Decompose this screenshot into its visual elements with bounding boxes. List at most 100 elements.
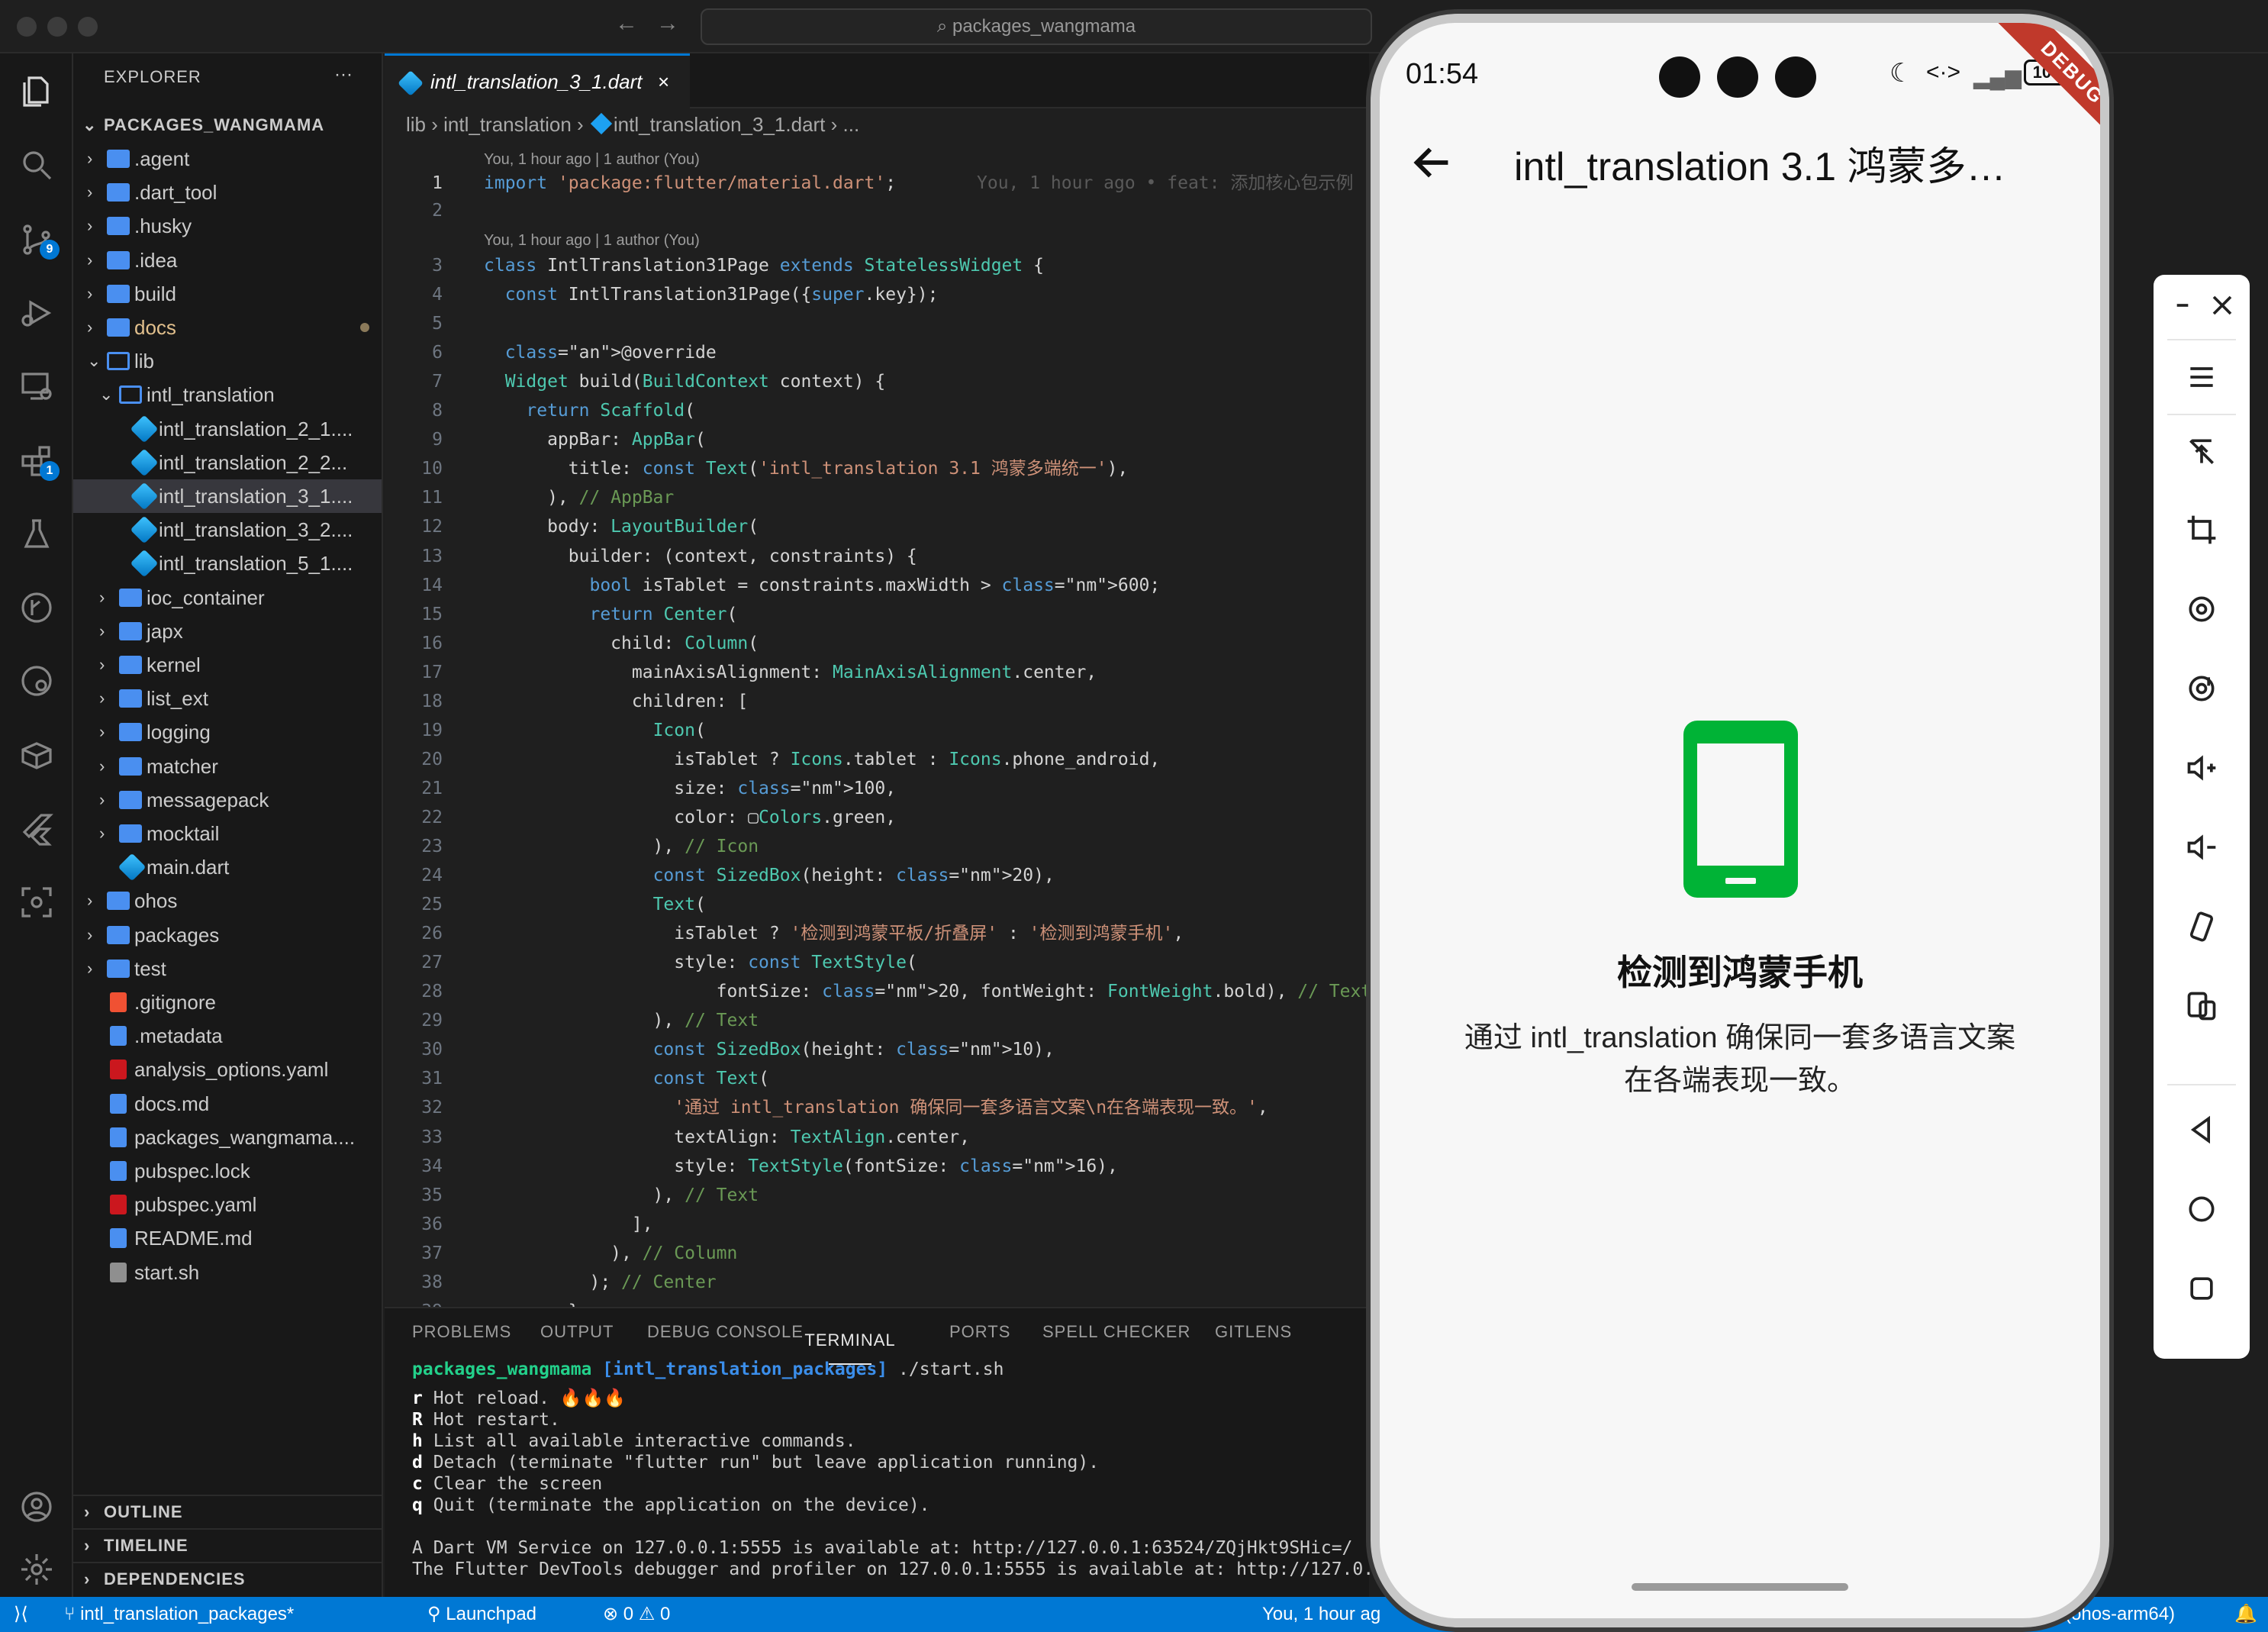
extensions-icon[interactable]: 1 [15, 440, 60, 482]
git-graph-icon[interactable] [15, 586, 58, 629]
crop-screenshot-icon[interactable] [2180, 508, 2223, 551]
rotate-device-icon[interactable] [2180, 905, 2223, 948]
tree-file[interactable]: intl_translation_3_2.... [73, 513, 382, 547]
close-tab-icon[interactable]: × [658, 56, 669, 108]
tree-folder[interactable]: › list_ext [73, 682, 382, 715]
workspace-root[interactable]: ⌄ PACKAGES_WANGMAMA [73, 108, 382, 142]
multi-screen-icon[interactable] [2180, 985, 2223, 1027]
tree-file[interactable]: start.sh [73, 1256, 382, 1289]
run-debug-icon[interactable] [15, 292, 58, 334]
codelens-blame[interactable]: You, 1 hour ago | 1 author (You) [484, 232, 700, 253]
tab-problems[interactable]: PROBLEMS [412, 1322, 511, 1342]
tree-folder[interactable]: › .idea [73, 244, 382, 277]
forward-arrow-icon[interactable]: → [656, 11, 679, 37]
tree-file[interactable]: .gitignore [73, 985, 382, 1019]
pin-off-icon[interactable] [2180, 431, 2223, 473]
zoom-window-button[interactable] [78, 17, 98, 37]
tree-file[interactable]: intl_translation_5_1.... [73, 547, 382, 580]
explorer-icon[interactable] [15, 70, 58, 113]
timeline-section[interactable]: › TIMELINE [73, 1528, 382, 1562]
tree-folder[interactable]: › messagepack [73, 783, 382, 817]
outline-section[interactable]: › OUTLINE [73, 1495, 382, 1528]
dependencies-section[interactable]: › DEPENDENCIES [73, 1562, 382, 1595]
gitlens-icon[interactable] [15, 660, 58, 702]
terminal-line: R Hot restart. [412, 1409, 560, 1430]
breadcrumb-file[interactable]: intl_translation_3_1.dart [614, 113, 826, 136]
tree-folder[interactable]: › .dart_tool [73, 176, 382, 209]
minimize-icon[interactable] [2161, 284, 2204, 327]
remote-icon[interactable]: ⟩⟨ [14, 1597, 28, 1632]
volume-down-icon[interactable] [2180, 826, 2223, 869]
minimize-window-button[interactable] [47, 17, 67, 37]
tree-folder[interactable]: › .husky [73, 209, 382, 243]
code-text: ); // Center [484, 1272, 717, 1292]
explorer-more-button[interactable]: ··· [334, 64, 353, 85]
containers-icon[interactable] [15, 734, 58, 777]
back-arrow-icon[interactable] [1406, 136, 1459, 189]
problems-status[interactable]: ⊗ 0 ⚠ 0 [603, 1597, 670, 1632]
command-center-search[interactable]: ⌕ packages_wangmama [701, 8, 1372, 45]
home-indicator[interactable] [1632, 1583, 1848, 1591]
tree-file[interactable]: .metadata [73, 1019, 382, 1053]
tree-folder[interactable]: › matcher [73, 750, 382, 783]
tree-folder[interactable]: › kernel [73, 648, 382, 682]
code-line: 8 return Scaffold( [385, 397, 1369, 424]
inspect-icon[interactable] [15, 881, 58, 924]
source-control-icon[interactable]: 9 [15, 218, 60, 261]
tree-folder[interactable]: › ioc_container [73, 581, 382, 614]
testing-icon[interactable] [15, 513, 58, 556]
emulator-screen[interactable]: 01:54 ☾ <·> ▂▄▆ 100 DEBUG intl_translati… [1380, 23, 2100, 1618]
launchpad-status[interactable]: ⚲ Launchpad [427, 1597, 536, 1632]
nav-back-icon[interactable] [2180, 1108, 2223, 1151]
nav-home-icon[interactable] [2180, 1188, 2223, 1230]
tree-file[interactable]: intl_translation_3_1.... [73, 479, 382, 513]
branch-status[interactable]: ⑂ intl_translation_packages* [64, 1597, 294, 1632]
tree-file[interactable]: packages_wangmama.... [73, 1121, 382, 1154]
volume-up-icon[interactable] [2180, 747, 2223, 789]
tree-file[interactable]: docs.md [73, 1087, 382, 1121]
tree-folder[interactable]: › test [73, 952, 382, 985]
tree-folder[interactable]: › mocktail [73, 817, 382, 850]
account-icon[interactable] [15, 1485, 58, 1528]
tree-folder[interactable]: › docs [73, 311, 382, 344]
tab-intl-translation-3-1[interactable]: intl_translation_3_1.dart × [385, 53, 690, 108]
tree-folder[interactable]: › logging [73, 715, 382, 749]
remote-explorer-icon[interactable] [15, 365, 58, 408]
back-arrow-icon[interactable]: ← [615, 11, 638, 37]
tree-file[interactable]: pubspec.yaml [73, 1188, 382, 1221]
tab-gitlens[interactable]: GITLENS [1215, 1322, 1292, 1342]
tab-ports[interactable]: PORTS [949, 1322, 1010, 1342]
menu-icon[interactable] [2180, 356, 2223, 398]
close-window-button[interactable] [17, 17, 37, 37]
tree-file[interactable]: main.dart [73, 850, 382, 884]
blame-status[interactable]: You, 1 hour ag [1262, 1597, 1380, 1632]
tree-folder[interactable]: ⌄ lib [73, 344, 382, 378]
tree-file[interactable]: README.md [73, 1221, 382, 1255]
search-icon[interactable] [15, 144, 58, 186]
tab-spell-checker[interactable]: SPELL CHECKER [1042, 1322, 1190, 1342]
tree-file[interactable]: intl_translation_2_2... [73, 446, 382, 479]
tree-folder[interactable]: › ohos [73, 884, 382, 918]
close-icon[interactable] [2201, 284, 2244, 327]
nav-recents-icon[interactable] [2180, 1267, 2223, 1310]
settings-gear-icon[interactable] [15, 1548, 58, 1591]
notifications-icon[interactable]: 🔔 [2234, 1597, 2257, 1632]
tree-file[interactable]: intl_translation_2_1.... [73, 412, 382, 446]
tree-folder[interactable]: › japx [73, 614, 382, 648]
tab-output[interactable]: OUTPUT [540, 1322, 614, 1342]
flutter-icon[interactable] [15, 808, 58, 850]
tree-folder[interactable]: ⌄ intl_translation [73, 378, 382, 411]
breadcrumb-more[interactable]: ... [843, 113, 860, 136]
tree-file[interactable]: analysis_options.yaml [73, 1053, 382, 1086]
chevron-right-icon: › [99, 587, 105, 607]
terminal-text: Detach (terminate "flutter run" but leav… [422, 1453, 1100, 1472]
tree-file[interactable]: pubspec.lock [73, 1154, 382, 1188]
tab-debug-console[interactable]: DEBUG CONSOLE [647, 1322, 804, 1342]
tree-folder[interactable]: › packages [73, 918, 382, 952]
breadcrumb-folder[interactable]: intl_translation [443, 113, 572, 136]
rotate-icon[interactable] [2180, 588, 2223, 631]
tree-folder[interactable]: › .agent [73, 142, 382, 176]
breadcrumb-lib[interactable]: lib [406, 113, 426, 136]
tree-folder[interactable]: › build [73, 277, 382, 311]
screen-record-icon[interactable] [2180, 667, 2223, 710]
